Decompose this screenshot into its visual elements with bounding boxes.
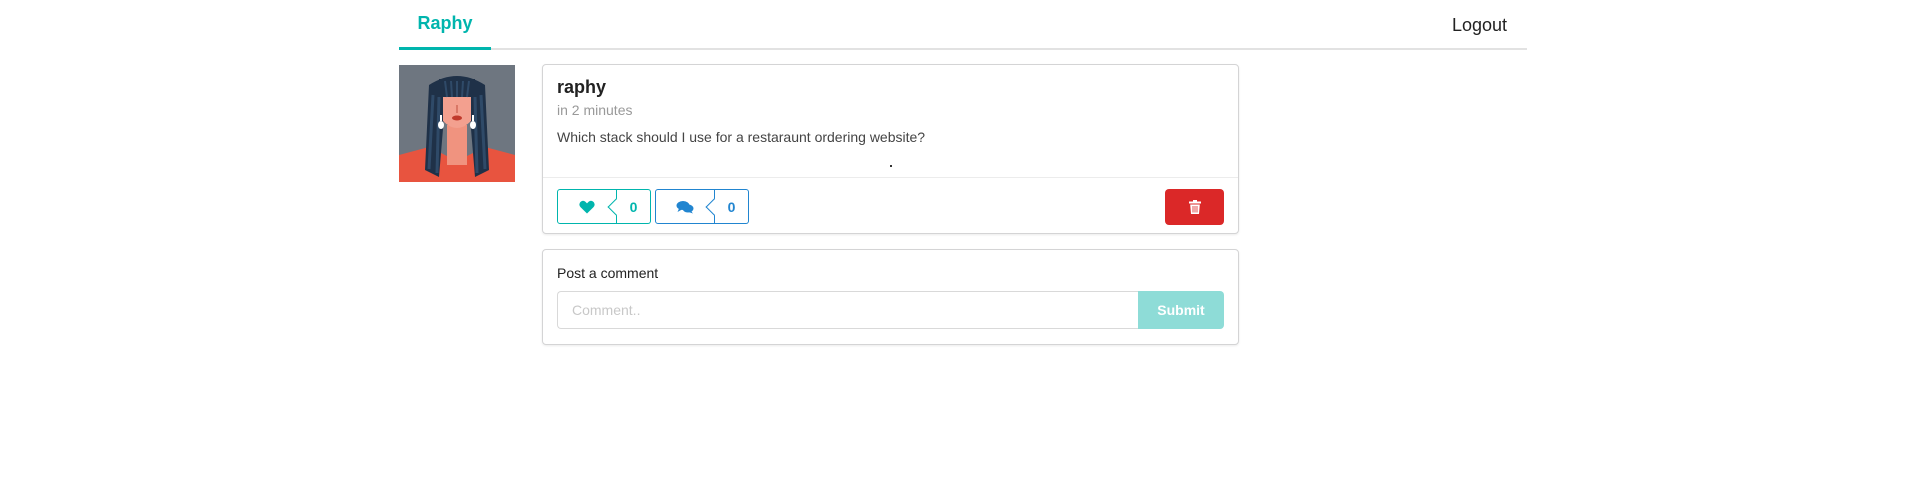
post-image-placeholder	[890, 165, 892, 167]
comment-input[interactable]	[557, 291, 1138, 329]
top-menu: Raphy Logout	[399, 0, 1527, 50]
like-count: 0	[607, 189, 651, 224]
post-time: in 2 minutes	[557, 102, 633, 118]
logout-link[interactable]: Logout	[1452, 0, 1507, 50]
comment-form-label: Post a comment	[557, 265, 659, 281]
heart-icon	[579, 200, 595, 213]
submit-button[interactable]: Submit	[1138, 291, 1224, 329]
post-description: Which stack should I use for a restaraun…	[557, 129, 926, 145]
comment-form: Post a comment Submit	[542, 249, 1239, 345]
post-actions: 0 0	[543, 177, 1238, 233]
trash-icon	[1188, 200, 1201, 214]
post-content: raphy in 2 minutes Which stack should I …	[557, 77, 1224, 145]
avatar	[399, 65, 515, 182]
comment-input-group: Submit	[557, 291, 1224, 329]
tab-raphy[interactable]: Raphy	[399, 0, 491, 50]
like-count-value: 0	[629, 198, 638, 215]
like-button[interactable]: 0	[557, 189, 651, 224]
post-card: raphy in 2 minutes Which stack should I …	[542, 64, 1239, 234]
comments-icon	[676, 200, 694, 213]
comments-button[interactable]: 0	[655, 189, 749, 224]
delete-post-button[interactable]	[1165, 189, 1224, 225]
comments-count-value: 0	[727, 198, 736, 215]
comments-count: 0	[705, 189, 749, 224]
avatar-illustration	[399, 65, 515, 182]
post-author: raphy	[557, 77, 607, 97]
